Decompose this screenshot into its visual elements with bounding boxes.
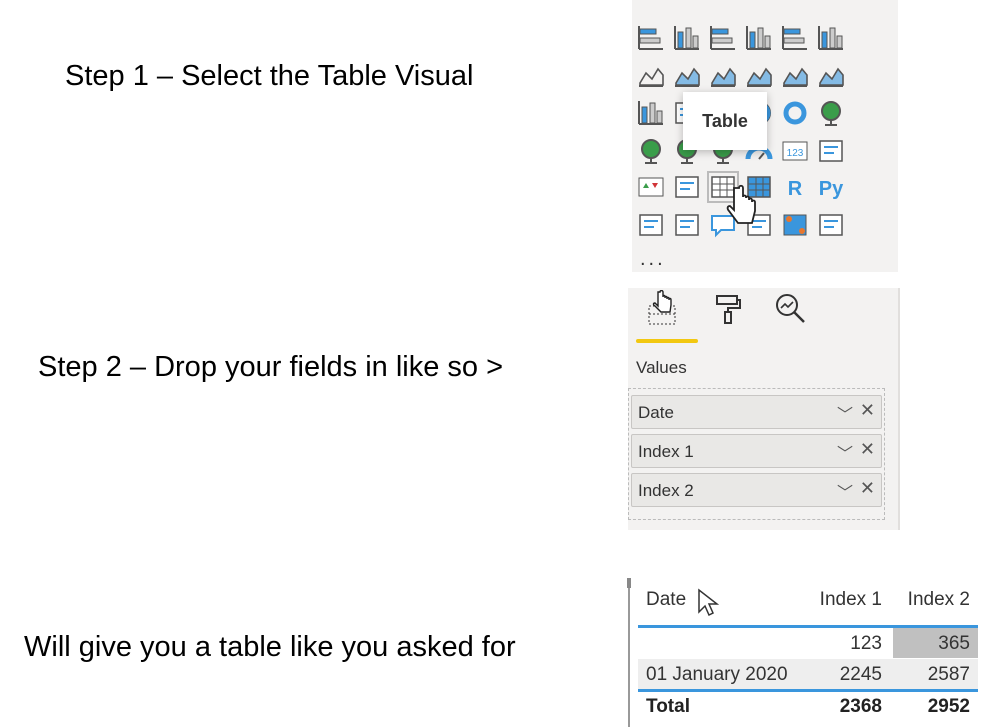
cell[interactable]: 365 bbox=[887, 633, 970, 655]
cell[interactable]: 01 January 2020 bbox=[646, 664, 788, 686]
stacked-area-icon[interactable] bbox=[709, 61, 737, 89]
field-date[interactable]: Date ﹀ ✕ bbox=[631, 395, 882, 429]
total-value: 2952 bbox=[927, 696, 970, 717]
line-chart-icon[interactable] bbox=[637, 61, 665, 89]
clustered-column-icon[interactable] bbox=[745, 24, 773, 52]
analytics-magnifier-icon[interactable] bbox=[772, 290, 808, 326]
line-stacked-column-icon[interactable] bbox=[781, 61, 809, 89]
column-header-date[interactable]: Date bbox=[646, 589, 686, 611]
arcgis-map-icon[interactable] bbox=[781, 211, 809, 239]
total-divider bbox=[638, 689, 978, 692]
chevron-down-icon[interactable]: ﹀ bbox=[837, 479, 853, 503]
arrow-cursor-icon bbox=[698, 588, 719, 617]
donut-chart-icon[interactable] bbox=[781, 99, 809, 127]
field-label: Index 2 bbox=[638, 481, 694, 500]
100-stacked-column-icon[interactable] bbox=[817, 24, 845, 52]
fields-pane: Values Date ﹀ ✕ Index 1 ﹀ ✕ Index 2 ﹀ ✕ bbox=[628, 288, 900, 530]
slicer-icon[interactable] bbox=[673, 173, 701, 201]
svg-text:Py: Py bbox=[819, 178, 844, 200]
resize-handle[interactable] bbox=[627, 578, 631, 727]
field-index-2[interactable]: Index 2 ﹀ ✕ bbox=[631, 473, 882, 507]
more-visuals-button[interactable]: ... bbox=[640, 248, 666, 271]
close-icon[interactable]: ✕ bbox=[860, 439, 875, 460]
field-label: Date bbox=[638, 403, 674, 422]
cell[interactable]: 2587 bbox=[887, 664, 970, 686]
svg-text:R: R bbox=[788, 178, 803, 200]
close-icon[interactable]: ✕ bbox=[860, 400, 875, 421]
step-3-text: Will give you a table like you asked for bbox=[24, 631, 516, 663]
decomposition-tree-icon[interactable] bbox=[673, 211, 701, 239]
active-tab-indicator bbox=[636, 339, 698, 343]
multi-row-card-icon[interactable] bbox=[817, 137, 845, 165]
line-clustered-column-icon[interactable] bbox=[745, 61, 773, 89]
python-visual-icon[interactable]: Py bbox=[817, 173, 845, 201]
card-icon[interactable]: 123 bbox=[781, 137, 809, 165]
values-well[interactable]: Date ﹀ ✕ Index 1 ﹀ ✕ Index 2 ﹀ ✕ bbox=[628, 388, 885, 520]
power-apps-icon[interactable] bbox=[817, 211, 845, 239]
chevron-down-icon[interactable]: ﹀ bbox=[837, 401, 853, 425]
field-label: Index 1 bbox=[638, 442, 694, 461]
values-label: Values bbox=[636, 358, 687, 377]
cell[interactable]: 123 bbox=[795, 633, 882, 655]
column-header-index-1[interactable]: Index 1 bbox=[795, 589, 882, 611]
column-header-index-2[interactable]: Index 2 bbox=[887, 589, 970, 611]
r-visual-icon[interactable]: R bbox=[781, 173, 809, 201]
100-stacked-bar-icon[interactable] bbox=[781, 24, 809, 52]
stacked-bar-icon[interactable] bbox=[637, 24, 665, 52]
tooltip: Table bbox=[683, 92, 767, 150]
table-visual[interactable]: Date Index 1 Index 2 123 365 01 January … bbox=[625, 578, 999, 727]
field-index-1[interactable]: Index 1 ﹀ ✕ bbox=[631, 434, 882, 468]
kpi-icon[interactable] bbox=[637, 173, 665, 201]
ribbon-chart-icon[interactable] bbox=[817, 61, 845, 89]
total-value: 2368 bbox=[839, 696, 882, 717]
cell[interactable]: 2245 bbox=[795, 664, 882, 686]
hand-cursor-icon bbox=[726, 184, 756, 224]
fields-tab-icon[interactable] bbox=[644, 290, 680, 326]
chevron-down-icon[interactable]: ﹀ bbox=[837, 440, 853, 464]
format-paint-roller-icon[interactable] bbox=[710, 290, 746, 326]
clustered-bar-icon[interactable] bbox=[709, 24, 737, 52]
key-influencers-icon[interactable] bbox=[637, 211, 665, 239]
stacked-column-icon[interactable] bbox=[673, 24, 701, 52]
waterfall-icon[interactable] bbox=[637, 99, 665, 127]
total-label: Total bbox=[646, 696, 690, 717]
step-1-text: Step 1 – Select the Table Visual bbox=[65, 60, 474, 92]
treemap-icon[interactable] bbox=[817, 99, 845, 127]
step-2-text: Step 2 – Drop your fields in like so > bbox=[38, 351, 504, 383]
map-icon[interactable] bbox=[637, 137, 665, 165]
area-chart-icon[interactable] bbox=[673, 61, 701, 89]
close-icon[interactable]: ✕ bbox=[860, 478, 875, 499]
svg-text:123: 123 bbox=[787, 148, 804, 159]
